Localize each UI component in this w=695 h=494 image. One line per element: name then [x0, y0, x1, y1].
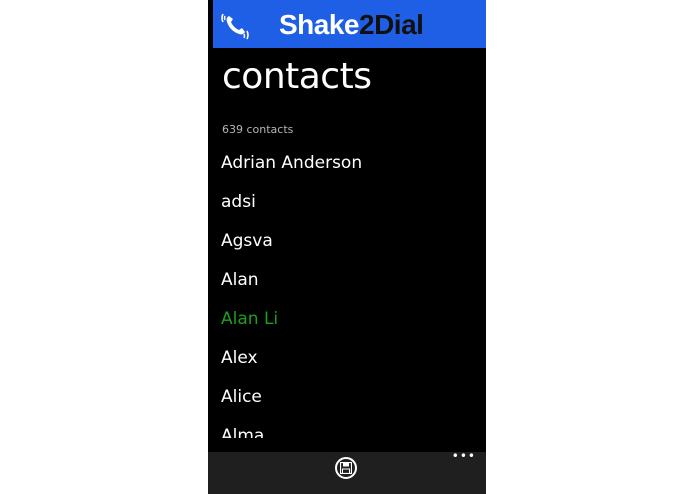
contact-list[interactable]: Adrian Anderson adsi Agsva Alan Alan Li … [208, 144, 486, 438]
contact-item[interactable]: Adrian Anderson [208, 144, 486, 183]
phone-shake-icon [221, 13, 249, 40]
save-button[interactable] [335, 457, 357, 479]
contact-item[interactable]: Alice [208, 378, 486, 417]
app-header: Shake2Dial [213, 0, 486, 48]
contact-item[interactable]: Alan [208, 261, 486, 300]
contact-item[interactable]: Agsva [208, 222, 486, 261]
contact-item[interactable]: Alex [208, 339, 486, 378]
contact-count: 639 contacts [222, 123, 294, 136]
page-title: contacts [222, 56, 372, 97]
floppy-save-icon [340, 462, 352, 474]
contact-item[interactable]: adsi [208, 183, 486, 222]
brand-part-1: Shake [279, 9, 360, 40]
brand-part-2: 2Dial [359, 9, 424, 40]
contact-item-selected[interactable]: Alan Li [208, 300, 486, 339]
more-options-button[interactable]: ••• [452, 450, 476, 462]
contact-item[interactable]: Alma [208, 417, 486, 438]
app-brand-logo: Shake2Dial [279, 9, 424, 40]
phone-screen: Shake2Dial contacts 639 contacts Adrian … [208, 0, 486, 494]
app-bar: ••• [208, 450, 486, 494]
